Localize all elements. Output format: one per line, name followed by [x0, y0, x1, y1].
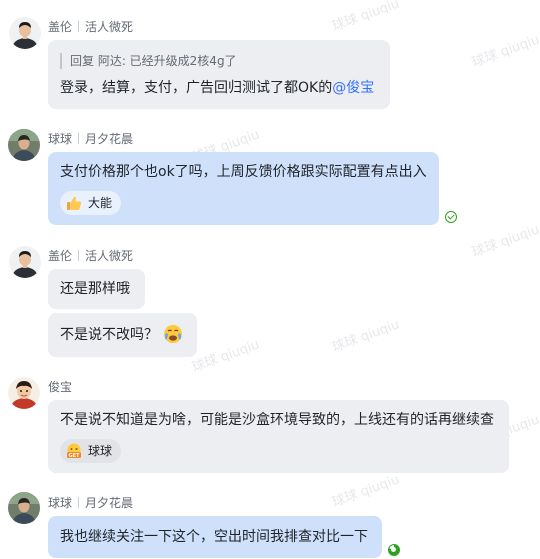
avatar[interactable] — [9, 246, 41, 278]
message-text: 还是那样哦 — [60, 281, 130, 297]
watermark: 球球 qiuqiu — [470, 32, 540, 71]
message-bubble[interactable]: 回复 阿达: 已经升级成2核4g了 登录，结算，支付，广告回归测试了都OK的@俊… — [48, 40, 390, 109]
divider — [78, 21, 80, 32]
watermark: 球球 qiuqiu — [470, 222, 540, 261]
divider — [78, 250, 80, 261]
sender-tag: 活人微死 — [85, 249, 134, 263]
sender-tag: 月夕花晨 — [85, 496, 134, 510]
read-status-icon[interactable] — [445, 211, 457, 223]
message-bubble[interactable]: 不是说不改吗？ — [48, 313, 197, 357]
crying-emoji-icon — [163, 324, 183, 344]
message-text: 登录，结算，支付，广告回归测试了都OK的 — [60, 80, 333, 96]
user-avatar-icon — [8, 377, 40, 409]
read-progress-icon[interactable] — [388, 544, 400, 556]
message-text: 我也继续关注一下这个，空出时间我排查对比一下 — [60, 529, 368, 545]
message-text-line: 登录，结算，支付，广告回归测试了都OK的@俊宝 — [60, 78, 374, 98]
message-meta: 球球 月夕花晨 — [48, 130, 133, 147]
message-meta: 俊宝 — [48, 378, 72, 395]
message-bubble[interactable]: 不是说不知道是为啥，可能是沙盒环境导致的，上线还有的话再继续查 GET 球球 — [48, 400, 509, 473]
user-avatar-icon — [9, 17, 41, 49]
sender-name[interactable]: 盖伦 — [48, 249, 72, 263]
reaction-user: 大能 — [88, 196, 113, 210]
message-meta: 球球 月夕花晨 — [48, 494, 133, 511]
sender-name[interactable]: 盖伦 — [48, 20, 72, 34]
watermark: 球球 qiuqiu — [330, 0, 402, 35]
message-meta: 盖伦 活人微死 — [48, 18, 133, 35]
sender-name[interactable]: 球球 — [48, 496, 72, 510]
avatar[interactable] — [8, 129, 40, 161]
get-emoji-icon: GET — [66, 443, 82, 459]
sender-name[interactable]: 俊宝 — [48, 380, 72, 394]
watermark: 球球 qiuqiu — [190, 337, 262, 376]
quote-reply[interactable]: 回复 阿达: 已经升级成2核4g了 — [60, 53, 237, 69]
mention-link[interactable]: @俊宝 — [332, 80, 374, 96]
avatar[interactable] — [8, 377, 40, 409]
user-avatar-icon — [8, 129, 40, 161]
sender-tag: 活人微死 — [85, 20, 134, 34]
message-meta: 盖伦 活人微死 — [48, 247, 133, 264]
avatar[interactable] — [9, 17, 41, 49]
reaction-user: 球球 — [88, 444, 113, 458]
sender-name[interactable]: 球球 — [48, 132, 72, 146]
thumbs-up-icon — [66, 195, 82, 211]
message-bubble[interactable]: 还是那样哦 — [48, 269, 145, 309]
avatar[interactable] — [8, 492, 40, 524]
message-text: 不是说不知道是为啥，可能是沙盒环境导致的，上线还有的话再继续查 — [60, 412, 494, 428]
message-bubble[interactable]: 我也继续关注一下这个，空出时间我排查对比一下 — [48, 516, 382, 558]
message-text: 不是说不改吗？ — [60, 327, 158, 343]
sender-tag: 月夕花晨 — [85, 132, 134, 146]
user-avatar-icon — [9, 246, 41, 278]
reaction-chip[interactable]: 大能 — [60, 191, 122, 215]
reaction-chip[interactable]: GET 球球 — [60, 439, 122, 463]
user-avatar-icon — [8, 492, 40, 524]
message-bubble[interactable]: 支付价格那个也ok了吗，上周反馈价格跟实际配置有点出入 大能 — [48, 152, 439, 225]
divider — [78, 133, 80, 144]
divider — [78, 497, 80, 508]
watermark: 球球 qiuqiu — [330, 317, 402, 356]
watermark: 球球 qiuqiu — [330, 472, 402, 511]
message-text: 支付价格那个也ok了吗，上周反馈价格跟实际配置有点出入 — [60, 164, 427, 180]
svg-text:GET: GET — [69, 453, 81, 459]
